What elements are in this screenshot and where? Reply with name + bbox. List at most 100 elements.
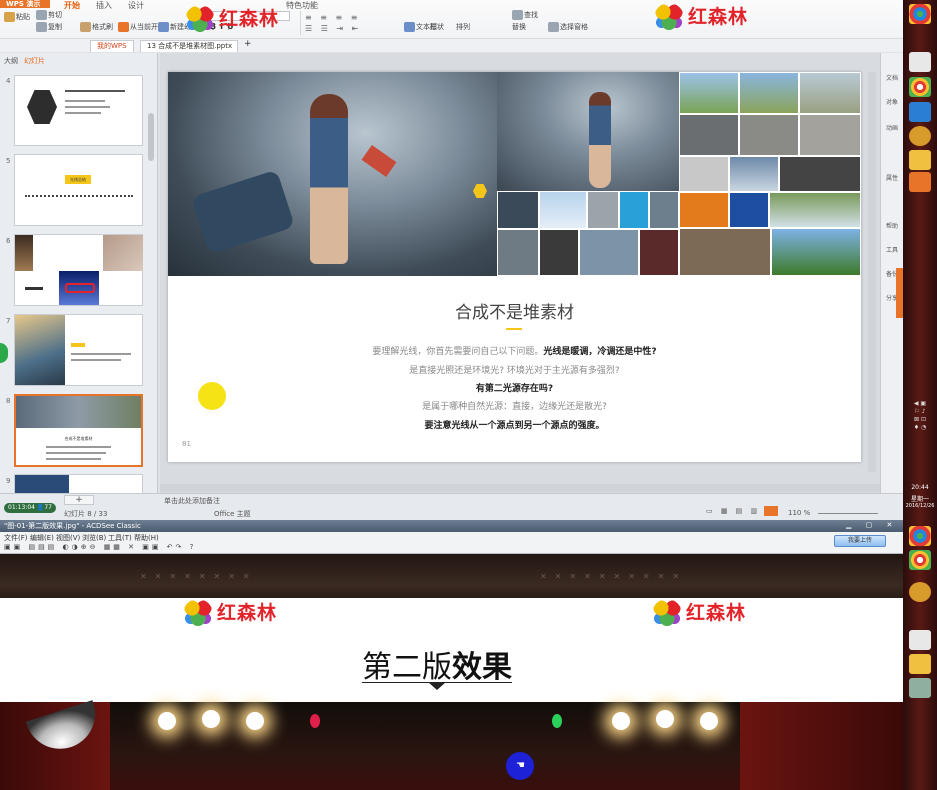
paragraph-group: ≡ ≡ ≡ ≡ ☰ ☰ ⇥ ⇤ [300,11,400,35]
new-tab-button[interactable]: + [244,39,252,49]
arrange-button[interactable]: 排列 [456,22,470,32]
zoom-slider[interactable] [818,513,878,514]
side-property-button[interactable]: 属性 [883,173,901,182]
qq-icon[interactable] [909,582,931,602]
textbox-icon [404,22,415,32]
app-icon[interactable] [909,52,931,72]
paste-button[interactable]: 粘贴 [4,12,30,22]
folder-icon[interactable] [909,150,931,170]
side-animation-button[interactable]: 动画 [883,123,901,132]
tab-document[interactable]: 13 合成不是堆素材图.pptx [140,40,238,52]
folder-icon[interactable] [909,654,931,674]
side-help-button[interactable]: 帮助 [883,221,901,230]
list-icons[interactable]: ☰ ☰ ⇥ ⇤ [305,24,361,33]
tab-insert[interactable]: 插入 [92,0,116,11]
tab-design[interactable]: 设计 [124,0,148,11]
stage-light [700,712,718,730]
slide-thumbnail[interactable] [14,75,143,146]
slide-thumbnail[interactable] [14,474,143,495]
watermark-logo-right: 红森林 [652,598,746,629]
side-doc-button[interactable]: 文档 [883,73,901,82]
tab-features[interactable]: 特色功能 [282,0,322,11]
play-icon [118,22,129,32]
tree-logo-icon [652,598,682,629]
clock-time: 20:44 [911,484,929,491]
add-slide-button[interactable]: + [64,495,94,505]
stage-light [246,712,264,730]
slide-thumbnail[interactable] [14,314,143,386]
thumb-badge: 光线总结 [65,175,91,184]
horizontal-scrollbar[interactable] [160,484,880,492]
slide-line-2: 是直接光照还是环境光? 环境光对于主光源有多强烈? [409,366,620,376]
panel-tab-outline[interactable]: 大纲 [4,56,18,66]
panel-scrollbar[interactable] [148,113,154,161]
side-object-button[interactable]: 对象 [883,97,901,106]
menu-file[interactable]: 文件(F) [4,533,28,543]
wps-presentation-icon[interactable] [909,172,931,192]
side-tools-button[interactable]: 工具 [883,245,901,254]
find-button[interactable]: 查找 [512,10,538,20]
cut-button[interactable]: 剪切 [36,10,62,20]
notes-placeholder[interactable]: 单击此处添加备注 [164,496,220,506]
acdsee-icon[interactable] [909,678,931,698]
selection-pane-button[interactable]: 选择窗格 [548,22,588,32]
status-bar: + 单击此处添加备注 01:13:04 👤77 幻灯片 8 / 33 Offic… [0,493,903,520]
copy-button[interactable]: 复制 [36,22,62,32]
window-title: "图-01-第二版效果.jpg" - ACDSee Classic [4,522,141,530]
slide-title: 合成不是堆素材 [455,303,574,323]
curtain-right [740,702,903,790]
tree-logo-icon [183,598,213,629]
viewer-toolbar[interactable]: ▣▣ ▤▤▤ ◐◑⊕⊖ ▦▦ ✕ ▣▣ ↶↷ ? [4,543,196,551]
start-orb-icon[interactable] [909,526,931,546]
menu-view[interactable]: 视图(V) [56,533,80,543]
portrait-image [27,90,57,124]
panel-tab-slides[interactable]: 幻灯片 [24,56,45,66]
align-icons[interactable]: ≡ ≡ ≡ ≡ [305,13,360,22]
menu-tools[interactable]: 工具(T) [108,533,132,543]
upload-button[interactable]: 我要上传 [834,535,886,547]
thumb-number: 4 [6,77,11,85]
side-handle[interactable] [896,268,903,318]
chrome-icon[interactable] [909,77,931,97]
slide-thumbnail[interactable] [14,234,143,306]
recording-timer: 01:13:04 👤77 [4,503,56,513]
qq-icon[interactable] [909,126,931,146]
windows-taskbar: ◀ ▣ ⚐ ♪ ⊠ ⊡ ♦ ◔ 20:44 星期一 2016/12/26 [903,0,937,790]
cursor-highlight: ☚ [506,752,534,780]
menu-browse[interactable]: 浏览(B) [82,533,106,543]
window-controls[interactable]: ▁ ▢ ✕ [846,521,898,529]
slide-line-3: 有第二光源存在吗? [475,384,554,394]
thumb-caption: 合成不是堆素材 [64,436,93,441]
tab-my-wps[interactable]: 我的WPS [90,40,134,52]
tree-logo-icon [654,2,684,33]
slide-thumbnail-selected[interactable]: 合成不是堆素材 [14,394,143,467]
start-orb-icon[interactable] [909,4,931,24]
light-marks: ✕✕✕✕✕✕✕✕✕✕ [540,572,688,581]
chrome-icon[interactable] [909,550,931,570]
shape-button[interactable]: 形状 [430,22,444,32]
vertical-scrollbar[interactable] [868,72,876,472]
system-tray[interactable]: ◀ ▣ ⚐ ♪ ⊠ ⊡ ♦ ◔ [905,400,935,460]
view-buttons[interactable]: ▭ ▦ ▤ ▥ [706,507,760,515]
thumb-number: 6 [6,237,11,245]
scissors-icon [36,10,47,20]
menu-help[interactable]: 帮助(H) [134,533,159,543]
menu-edit[interactable]: 编辑(E) [30,533,54,543]
replace-button[interactable]: 替换 [512,22,526,32]
slide-count: 幻灯片 8 / 33 [64,510,108,518]
slide-thumbnail[interactable]: 光线总结 [14,154,143,226]
title-bar: "图-01-第二版效果.jpg" - ACDSee Classic ▁ ▢ ✕ [0,520,903,532]
play-slideshow-button[interactable] [764,506,778,516]
wps-presentation-window: WPS 演示 开始 插入 设计 特色功能 粘贴 剪切 复制 格式刷 从当前开始 … [0,0,903,520]
browser-icon[interactable] [909,102,931,122]
clock-date: 2016/12/26 [905,503,935,509]
format-painter-button[interactable]: 格式刷 [80,22,113,32]
stage-photo-bottom [0,700,903,790]
copy-icon [36,22,47,32]
slide-line-4: 是属于哪种自然光源：直接，边缘光还是散光? [422,402,607,412]
app-icon[interactable] [909,630,931,650]
tab-home[interactable]: 开始 [60,0,84,11]
slide-thumbnail-panel: 大纲 幻灯片 4 5 光线总结 6 7 8 合成不是堆素材 9 [0,53,158,495]
storm-photo-large [168,72,497,276]
current-slide[interactable]: 合成不是堆素材 要理解光线，你首先需要问自己以下问题。光线是暖调，冷调还是中性?… [168,72,861,462]
